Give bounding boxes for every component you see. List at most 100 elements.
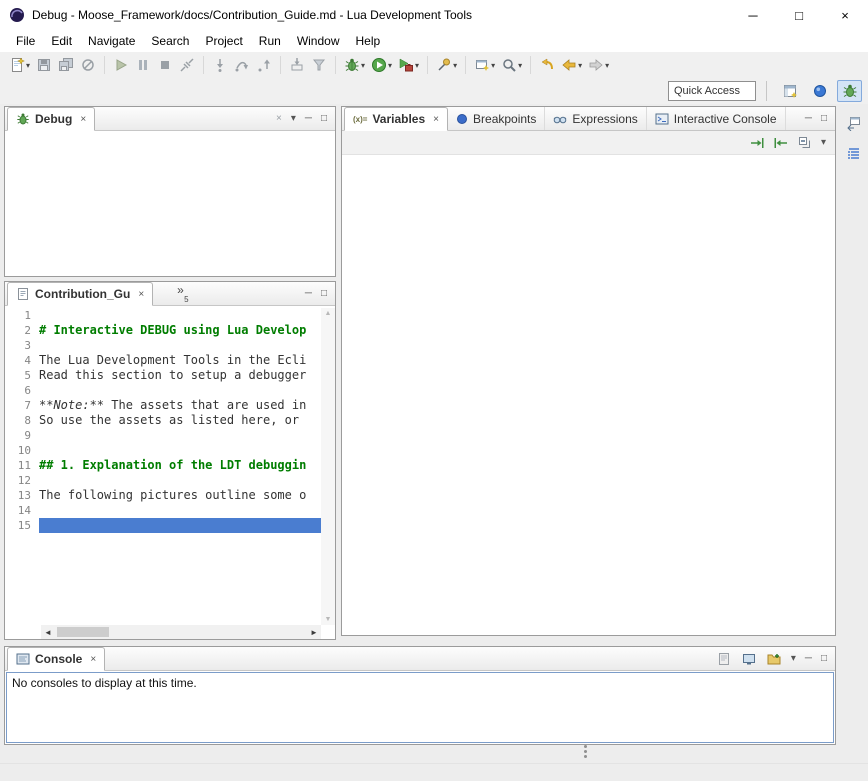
external-tools-button[interactable]: ▾ — [395, 54, 422, 76]
show-type-names-icon[interactable] — [749, 135, 765, 151]
debug-perspective-button[interactable] — [837, 80, 862, 102]
save-all-button[interactable] — [55, 54, 77, 76]
editor-text-area[interactable]: # Interactive DEBUG using Lua Develop The… — [39, 308, 321, 625]
code-line[interactable]: So use the assets as listed here, or — [39, 413, 321, 428]
menu-window[interactable]: Window — [289, 32, 348, 50]
view-menu-icon[interactable]: ▾ — [821, 137, 826, 148]
show-logical-structure-icon[interactable] — [773, 135, 789, 151]
code-line[interactable]: # Interactive DEBUG using Lua Develop — [39, 323, 321, 338]
menu-project[interactable]: Project — [197, 32, 250, 50]
scroll-right-icon[interactable]: ► — [307, 628, 321, 637]
editor-horizontal-scrollbar[interactable]: ◄ ► — [41, 625, 321, 639]
last-edit-location-button[interactable] — [536, 54, 558, 76]
maximize-window-button[interactable]: □ — [776, 0, 822, 30]
terminate-button[interactable] — [154, 54, 176, 76]
new-wizard-button[interactable]: ▾ — [471, 54, 498, 76]
run-launch-button[interactable]: ▾ — [368, 54, 395, 76]
minimize-view-icon[interactable]: ─ — [805, 113, 812, 124]
ldt-perspective-button[interactable] — [807, 80, 832, 102]
quick-access-field[interactable]: Quick Access — [668, 81, 756, 101]
code-line[interactable]: **Note:** The assets that are used in — [39, 398, 321, 413]
debug-view-panel: Debug × × ▾ ─ □ — [4, 106, 336, 277]
minimize-view-icon[interactable]: ─ — [305, 288, 312, 299]
code-line[interactable] — [39, 473, 321, 488]
code-line[interactable]: The following pictures outline some o — [39, 488, 321, 503]
close-tab-icon[interactable]: × — [138, 289, 144, 300]
back-button[interactable]: ▾ — [558, 54, 585, 76]
menu-navigate[interactable]: Navigate — [80, 32, 143, 50]
line-number: 3 — [5, 338, 31, 353]
skip-all-breakpoints-button[interactable] — [77, 54, 99, 76]
code-line[interactable] — [39, 338, 321, 353]
code-line[interactable] — [39, 443, 321, 458]
step-over-button[interactable] — [231, 54, 253, 76]
open-log-icon[interactable] — [716, 651, 732, 667]
new-button[interactable]: ▾ — [6, 54, 33, 76]
suspend-button[interactable] — [132, 54, 154, 76]
debug-view-content[interactable] — [5, 131, 335, 276]
code-line[interactable]: ## 1. Explanation of the LDT debuggin — [39, 458, 321, 473]
resume-button[interactable] — [110, 54, 132, 76]
tab-variables[interactable]: (x)= Variables × — [344, 107, 448, 131]
step-into-button[interactable] — [209, 54, 231, 76]
sash-handle[interactable] — [584, 745, 587, 748]
code-line[interactable]: Read this section to setup a debugger — [39, 368, 321, 383]
code-line[interactable]: The Lua Development Tools in the Ecli — [39, 353, 321, 368]
code-line[interactable] — [39, 503, 321, 518]
tab-contribution-guide[interactable]: Contribution_Gu × — [7, 282, 153, 306]
disconnect-button[interactable] — [176, 54, 198, 76]
maximize-view-icon[interactable]: □ — [821, 113, 827, 124]
scroll-down-icon[interactable]: ▼ — [325, 616, 332, 623]
minimize-window-button[interactable]: ─ — [730, 0, 776, 30]
step-return-button[interactable] — [253, 54, 275, 76]
close-tab-icon[interactable]: × — [80, 114, 86, 125]
variables-content[interactable] — [342, 155, 835, 635]
open-console-menu-icon[interactable]: ▾ — [791, 653, 796, 664]
forward-button[interactable]: ▾ — [585, 54, 612, 76]
close-tab-icon[interactable]: × — [433, 114, 439, 125]
search-button[interactable]: ▾ — [498, 54, 525, 76]
minimize-view-icon[interactable]: ─ — [805, 653, 812, 664]
code-line[interactable] — [39, 383, 321, 398]
editor-vertical-scrollbar[interactable]: ▲ ▼ — [321, 308, 335, 625]
maximize-view-icon[interactable]: □ — [321, 288, 327, 299]
outline-view-button[interactable] — [843, 143, 865, 165]
maximize-view-icon[interactable]: □ — [821, 653, 827, 664]
tab-console[interactable]: Console × — [7, 647, 105, 671]
menu-file[interactable]: File — [8, 32, 43, 50]
console-content[interactable]: No consoles to display at this time. — [6, 672, 834, 743]
tab-overflow-chevron[interactable]: » 5 — [177, 282, 188, 305]
menu-run[interactable]: Run — [251, 32, 289, 50]
display-selected-console-icon[interactable] — [741, 651, 757, 667]
menu-edit[interactable]: Edit — [43, 32, 80, 50]
close-window-button[interactable]: × — [822, 0, 868, 30]
code-line[interactable] — [39, 308, 321, 323]
code-line[interactable] — [39, 428, 321, 443]
minimize-view-icon[interactable]: ─ — [305, 113, 312, 124]
menu-search[interactable]: Search — [143, 32, 197, 50]
toolbar-separator — [427, 56, 428, 74]
use-step-filters-button[interactable] — [308, 54, 330, 76]
scrollbar-thumb[interactable] — [57, 627, 109, 637]
code-line[interactable] — [39, 518, 321, 533]
close-tab-icon[interactable]: × — [90, 654, 96, 665]
line-number: 7 — [5, 398, 31, 413]
drop-to-frame-button[interactable] — [286, 54, 308, 76]
tab-debug[interactable]: Debug × — [7, 107, 95, 131]
collapse-all-icon[interactable] — [797, 135, 813, 151]
open-console-icon[interactable] — [766, 651, 782, 667]
remove-all-terminated-icon[interactable]: × — [276, 113, 282, 124]
save-button[interactable] — [33, 54, 55, 76]
open-perspective-button[interactable] — [777, 80, 802, 102]
debug-launch-button[interactable]: ▾ — [341, 54, 368, 76]
scroll-left-icon[interactable]: ◄ — [41, 628, 55, 637]
restore-view-button[interactable] — [843, 112, 865, 134]
view-menu-icon[interactable]: ▾ — [291, 113, 296, 124]
open-task-button[interactable]: ▾ — [433, 54, 460, 76]
tab-breakpoints[interactable]: Breakpoints — [448, 107, 545, 130]
scroll-up-icon[interactable]: ▲ — [325, 310, 332, 317]
maximize-view-icon[interactable]: □ — [321, 113, 327, 124]
menu-help[interactable]: Help — [348, 32, 389, 50]
tab-interactive-console[interactable]: Interactive Console — [647, 107, 786, 130]
tab-expressions[interactable]: Expressions — [545, 107, 646, 130]
